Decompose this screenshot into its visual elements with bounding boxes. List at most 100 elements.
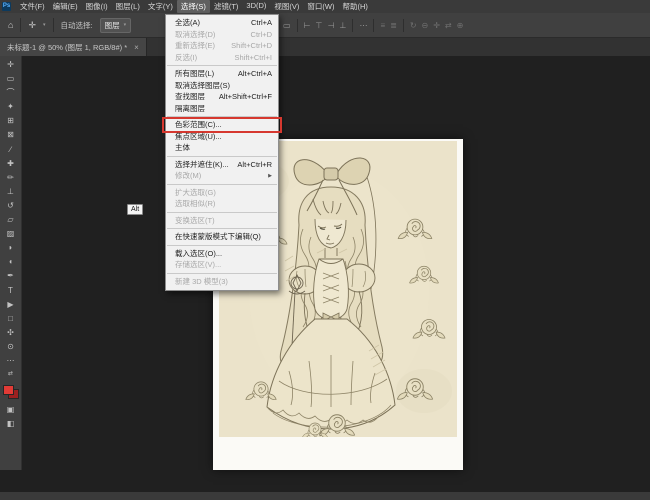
align-top-icon[interactable]: ⊥ xyxy=(339,21,346,30)
select-menu-dropdown: 全选(A) Ctrl+A 取消选择(D) Ctrl+D 重新选择(E) Shift+Ctr… xyxy=(162,14,282,291)
menu-image[interactable]: 图像(I) xyxy=(82,0,112,13)
menu-item-label: 重新选择(E) xyxy=(175,41,215,51)
eraser-tool[interactable]: ▱ xyxy=(7,215,13,224)
alt-key-indicator: Alt xyxy=(127,204,144,215)
divider xyxy=(373,19,375,32)
menu-item-shortcut: Ctrl+A xyxy=(250,18,272,28)
quick-selection-tool[interactable]: ✦ xyxy=(7,102,14,111)
edit-toolbar-icon[interactable]: ⋯ xyxy=(7,356,15,365)
menu-item: 存储选区(V)... xyxy=(166,259,278,271)
hand-tool[interactable]: ✣ xyxy=(7,328,14,337)
screen-mode-button[interactable]: ◧ xyxy=(7,419,15,428)
show-transform-controls-icon[interactable]: ▭ xyxy=(283,21,291,30)
home-icon[interactable]: ⌂ xyxy=(8,20,13,30)
menu-item[interactable]: 在快速蒙版模式下编辑(Q) xyxy=(166,231,278,243)
menu-item: 反选(I) Shift+Ctrl+I xyxy=(166,52,278,64)
3d-scale-icon[interactable]: ⊕ xyxy=(457,21,464,30)
options-bar: ⌂ ✛ ▾ 自动选择: 图层 ▾ ▭ ⊢ ⊤ ⊣ ⊥ ⋯ ≡ ≣ ↻ ⊖ ✛ ⇄ ⊕ xyxy=(0,13,650,38)
zoom-tool[interactable]: ⊙ xyxy=(7,342,14,351)
menu-separator xyxy=(167,183,277,185)
menu-item[interactable]: 选择并遮住(K)... Alt+Ctrl+R xyxy=(166,159,278,171)
menu-item[interactable]: 取消选择图层(S) xyxy=(166,80,278,92)
menu-item-shortcut: Ctrl+D xyxy=(250,29,272,39)
path-select-tool[interactable]: ▶ xyxy=(7,300,13,309)
3d-rotate-icon[interactable]: ↻ xyxy=(410,21,417,30)
menu-item-label: 在快速蒙版模式下编辑(Q) xyxy=(175,232,261,242)
icon-group: ⋯ xyxy=(359,21,367,30)
dodge-tool[interactable]: ◖ xyxy=(8,257,13,266)
menu-item: 新建 3D 模型(3) xyxy=(166,276,278,288)
frame-tool[interactable]: ⊠ xyxy=(7,130,14,139)
menu-item-label: 隔离图层 xyxy=(175,103,205,113)
menu-item[interactable]: 主体 xyxy=(166,142,278,154)
eyedropper-tool[interactable]: ∕ xyxy=(10,145,11,154)
menu-window[interactable]: 窗口(W) xyxy=(303,0,338,13)
menu-file[interactable]: 文件(F) xyxy=(16,0,49,13)
pen-tool[interactable]: ✒ xyxy=(7,271,14,280)
menu-3d[interactable]: 3D(D) xyxy=(242,0,270,13)
distribute-icon[interactable]: ≡ xyxy=(380,21,385,30)
menu-type[interactable]: 文字(Y) xyxy=(144,0,177,13)
align-center-icon[interactable]: ⊤ xyxy=(316,21,323,30)
swap-colors-icon[interactable]: ⇄ xyxy=(8,370,13,379)
menu-item-label: 扩大选取(G) xyxy=(175,187,216,197)
align-left-icon[interactable]: ⊢ xyxy=(304,21,311,30)
move-tool[interactable]: ✛ xyxy=(7,60,14,69)
quick-mask-mode-button[interactable]: ▣ xyxy=(7,405,15,414)
tools-panel: ✛ ▭ ⌒ ✦ ⊞ ⊠ ∕ ✚ ✏ ⊥ ↺ ▱ ▨ ◗ ◖ ✒ T ▶ □ ✣ ⊙ ⋯ ⇄ ▣ ◧ xyxy=(0,56,22,470)
menu-item-shortcut: Shift+Ctrl+I xyxy=(234,52,272,62)
menu-select[interactable]: 选择(S) xyxy=(176,0,210,13)
shape-tool[interactable]: □ xyxy=(8,314,13,323)
move-tool-icon[interactable]: ✛ xyxy=(28,20,36,30)
menu-item[interactable]: 色彩范围(C)... xyxy=(162,117,282,133)
distribute-v-icon[interactable]: ≣ xyxy=(390,21,397,30)
menu-item[interactable]: 全选(A) Ctrl+A xyxy=(166,17,278,29)
3d-slide-icon[interactable]: ⇄ xyxy=(445,21,452,30)
menu-help[interactable]: 帮助(H) xyxy=(339,0,372,13)
healing-brush-tool[interactable]: ✚ xyxy=(7,159,14,168)
menu-item-label: 选择并遮住(K)... xyxy=(175,159,229,169)
align-right-icon[interactable]: ⊣ xyxy=(328,21,335,30)
menu-item[interactable]: 查找图层 Alt+Shift+Ctrl+F xyxy=(166,91,278,103)
crop-tool[interactable]: ⊞ xyxy=(7,116,14,125)
menu-item[interactable]: 隔离图层 xyxy=(166,103,278,115)
menu-item[interactable]: 焦点区域(U)... xyxy=(166,131,278,143)
3d-drag-icon[interactable]: ✛ xyxy=(433,21,440,30)
menu-item-label: 新建 3D 模型(3) xyxy=(175,276,228,286)
menu-item-shortcut: Alt+Shift+Ctrl+F xyxy=(218,92,272,102)
type-tool[interactable]: T xyxy=(8,286,13,295)
menu-separator xyxy=(167,65,277,66)
more-options-icon[interactable]: ⋯ xyxy=(359,21,367,30)
foreground-color-swatch[interactable] xyxy=(2,385,14,396)
menu-separator xyxy=(167,211,277,213)
blur-tool[interactable]: ◗ xyxy=(8,243,13,252)
menu-item: 选取相似(R) xyxy=(166,198,278,210)
document-tab[interactable]: 未标题-1 @ 50% (图层 1, RGB/8#) * × xyxy=(0,38,147,56)
close-tab-icon[interactable]: × xyxy=(134,43,139,52)
gradient-tool[interactable]: ▨ xyxy=(7,229,15,238)
menu-item-label: 焦点区域(U)... xyxy=(175,131,222,141)
menu-item-label: 主体 xyxy=(175,143,190,153)
options-right-icons: ▭ ⊢ ⊤ ⊣ ⊥ ⋯ ≡ ≣ ↻ ⊖ ✛ ⇄ ⊕ xyxy=(283,13,463,38)
icon-group: ⊢ ⊤ ⊣ ⊥ xyxy=(304,21,347,30)
lasso-tool[interactable]: ⌒ xyxy=(7,88,15,97)
menu-item: 取消选择(D) Ctrl+D xyxy=(166,29,278,41)
marquee-tool[interactable]: ▭ xyxy=(7,74,15,83)
chevron-down-icon[interactable]: ▾ xyxy=(43,22,46,28)
auto-select-value: 图层 xyxy=(104,20,120,30)
color-swatches[interactable] xyxy=(2,385,19,400)
menu-item[interactable]: 载入选区(O)... xyxy=(166,248,278,260)
menu-layer[interactable]: 图层(L) xyxy=(112,0,144,13)
auto-select-dropdown[interactable]: 图层 ▾ xyxy=(99,17,132,33)
document-title: 未标题-1 @ 50% (图层 1, RGB/8#) * xyxy=(7,42,128,52)
menu-filter[interactable]: 滤镜(T) xyxy=(210,0,243,13)
history-brush-tool[interactable]: ↺ xyxy=(7,201,14,210)
clone-stamp-tool[interactable]: ⊥ xyxy=(7,187,14,196)
3d-roll-icon[interactable]: ⊖ xyxy=(422,21,429,30)
menu-view[interactable]: 视图(V) xyxy=(270,0,303,13)
brush-tool[interactable]: ✏ xyxy=(7,173,14,182)
divider xyxy=(296,19,298,32)
menu-edit[interactable]: 编辑(E) xyxy=(49,0,82,13)
menu-item-shortcut: Shift+Ctrl+D xyxy=(231,41,272,51)
menu-item[interactable]: 所有图层(L) Alt+Ctrl+A xyxy=(166,68,278,80)
